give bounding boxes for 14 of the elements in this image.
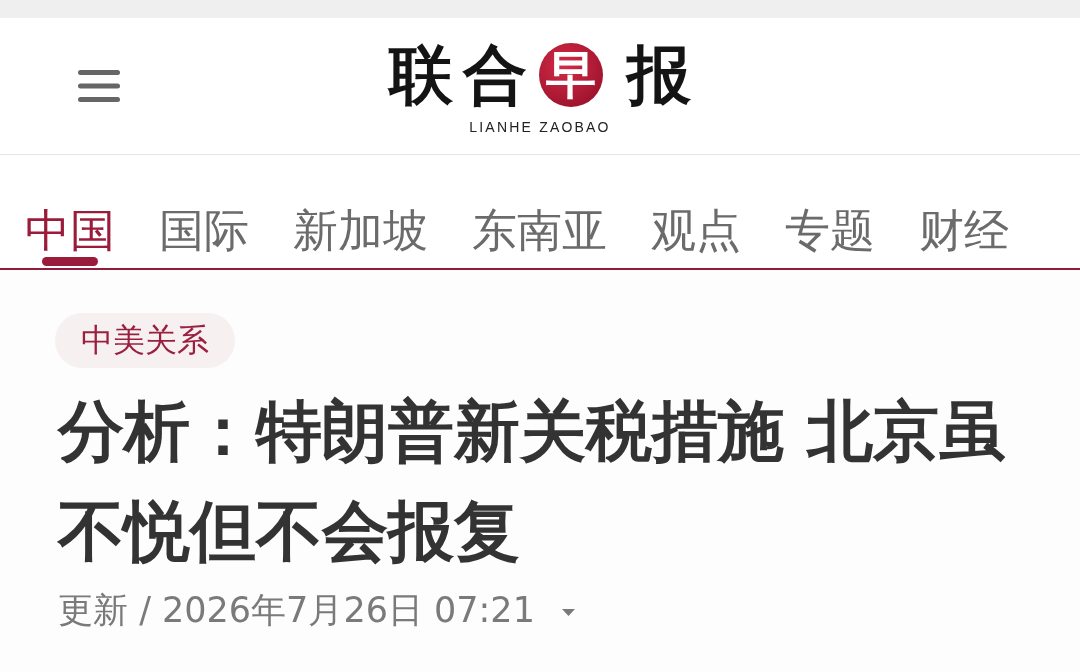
nav-tab[interactable]: 观点: [651, 155, 741, 268]
nav-tab[interactable]: 东南亚: [472, 155, 607, 268]
update-timestamp: 更新 / 2026年7月26日 07:21: [58, 589, 535, 632]
nav-tab[interactable]: 新加坡: [293, 155, 428, 268]
logo-wordmark[interactable]: 联合 早 报: [389, 39, 691, 110]
nav-tab[interactable]: 中国: [25, 155, 115, 268]
logo-subtitle: LIANHE ZAOBAO: [469, 118, 611, 135]
nav-tab[interactable]: 国际: [159, 155, 249, 268]
topic-tag[interactable]: 中美关系: [55, 313, 235, 368]
menu-icon[interactable]: [78, 70, 120, 102]
caret-icon[interactable]: [561, 608, 575, 616]
article-headline: 分析：特朗普新关税措施 北京虽不悦但不会报复: [56, 392, 1006, 572]
nav-tab[interactable]: 财经: [919, 155, 1009, 268]
nav-tab[interactable]: 专题: [785, 155, 875, 268]
